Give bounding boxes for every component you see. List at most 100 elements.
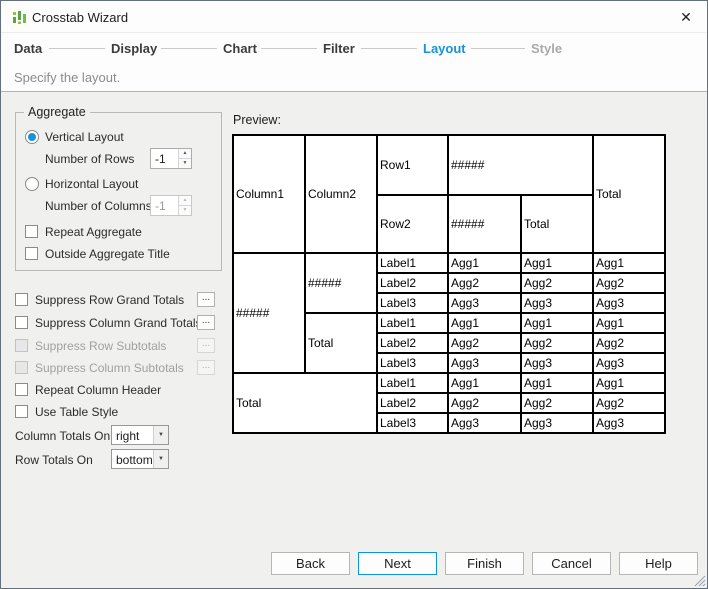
step-display[interactable]: Display xyxy=(111,41,157,56)
preview-cell-column1: Column1 xyxy=(232,134,306,254)
next-button[interactable]: Next xyxy=(358,552,437,575)
horizontal-layout-radio[interactable] xyxy=(25,177,39,191)
preview-cell-agg: Agg1 xyxy=(447,372,522,394)
preview-cell-agg: Agg3 xyxy=(520,292,594,314)
repeat-column-header-checkbox[interactable] xyxy=(15,383,28,396)
horizontal-layout-label: Horizontal Layout xyxy=(45,177,139,191)
row-totals-on-label: Row Totals On xyxy=(15,453,93,467)
preview-cell-label: Label3 xyxy=(376,352,449,374)
finish-button[interactable]: Finish xyxy=(445,552,524,575)
aggregate-legend: Aggregate xyxy=(24,105,90,119)
back-button[interactable]: Back xyxy=(271,552,350,575)
preview-cell-grand-total: Total xyxy=(592,134,666,254)
suppress-column-grand-totals-label: Suppress Column Grand Totals xyxy=(35,316,202,330)
help-button[interactable]: Help xyxy=(619,552,698,575)
column-totals-on-label: Column Totals On xyxy=(15,429,111,443)
suppress-column-subtotals-checkbox xyxy=(15,361,28,374)
column-totals-on-value: right xyxy=(116,429,140,443)
vertical-layout-radio[interactable] xyxy=(25,130,39,144)
cancel-button[interactable]: Cancel xyxy=(532,552,611,575)
page-subtitle: Specify the layout. xyxy=(14,70,121,85)
preview-cell-hash: ##### xyxy=(447,194,522,254)
preview-cell-label: Label2 xyxy=(376,272,449,294)
chevron-down-icon: ▼ xyxy=(153,450,168,468)
number-of-rows-value: -1 xyxy=(155,152,166,166)
preview-cell-agg: Agg2 xyxy=(592,392,666,414)
preview-cell-agg: Agg3 xyxy=(592,292,666,314)
preview-cell-agg: Agg1 xyxy=(447,252,522,274)
option-row: Use Table Style xyxy=(15,404,217,420)
number-of-columns-label: Number of Columns xyxy=(45,199,152,213)
option-row: Suppress Column Subtotals ... xyxy=(15,360,217,376)
preview-cell-label: Label1 xyxy=(376,252,449,274)
preview-crosstab-table: Column1 Column2 Row1 ##### Total Row2 ##… xyxy=(232,134,666,434)
preview-cell-agg: Agg2 xyxy=(447,272,522,294)
use-table-style-label: Use Table Style xyxy=(35,405,119,419)
preview-cell-agg: Agg1 xyxy=(447,312,522,334)
stepper-buttons: ▲ ▼ xyxy=(178,196,191,215)
number-of-columns-value: -1 xyxy=(155,199,166,213)
suppress-column-subtotals-more-button: ... xyxy=(197,360,215,375)
repeat-aggregate-checkbox[interactable] xyxy=(25,225,38,238)
step-style[interactable]: Style xyxy=(531,41,562,56)
preview-cell-agg: Agg2 xyxy=(592,332,666,354)
close-icon[interactable]: ✕ xyxy=(675,7,697,27)
preview-cell-agg: Agg2 xyxy=(592,272,666,294)
stepper-up-icon[interactable]: ▲ xyxy=(179,149,191,159)
step-connector xyxy=(261,48,317,49)
preview-cell-subgroup-total: Total xyxy=(304,312,378,374)
preview-cell-agg: Agg3 xyxy=(447,412,522,434)
outside-aggregate-title-checkbox[interactable] xyxy=(25,247,38,260)
crosstab-icon xyxy=(13,11,26,24)
preview-cell-agg: Agg2 xyxy=(520,272,594,294)
preview-cell-agg: Agg3 xyxy=(447,292,522,314)
preview-label: Preview: xyxy=(233,113,281,127)
option-row: Suppress Row Grand Totals ... xyxy=(15,292,217,308)
preview-cell-agg: Agg3 xyxy=(592,412,666,434)
option-row: Suppress Column Grand Totals ... xyxy=(15,315,217,331)
preview-cell-hash: ##### xyxy=(447,134,594,196)
resize-grip[interactable] xyxy=(690,571,706,587)
step-connector xyxy=(471,48,525,49)
preview-cell-subgroup: ##### xyxy=(304,252,378,314)
step-chart[interactable]: Chart xyxy=(223,41,257,56)
suppress-row-grand-totals-more-button[interactable]: ... xyxy=(197,292,215,307)
preview-cell-row-group: ##### xyxy=(232,252,306,374)
step-connector xyxy=(361,48,417,49)
outside-aggregate-title-label: Outside Aggregate Title xyxy=(45,247,170,261)
step-connector xyxy=(161,48,217,49)
preview-cell-label: Label2 xyxy=(376,332,449,354)
aggregate-groupbox: Aggregate Vertical Layout Number of Rows… xyxy=(15,105,222,271)
preview-cell-grand-total-row: Total xyxy=(232,372,378,434)
column-totals-on-select[interactable]: right ▼ xyxy=(111,425,169,445)
preview-cell-agg: Agg1 xyxy=(520,312,594,334)
repeat-column-header-label: Repeat Column Header xyxy=(35,383,162,397)
step-filter[interactable]: Filter xyxy=(323,41,355,56)
dialog-header: Crosstab Wizard ✕ Data Display Chart Fil… xyxy=(1,1,707,92)
suppress-column-grand-totals-checkbox[interactable] xyxy=(15,316,28,329)
step-data[interactable]: Data xyxy=(14,41,42,56)
suppress-row-subtotals-label: Suppress Row Subtotals xyxy=(35,339,167,353)
suppress-column-grand-totals-more-button[interactable]: ... xyxy=(197,315,215,330)
preview-cell-label: Label1 xyxy=(376,372,449,394)
preview-cell-row1: Row1 xyxy=(376,134,449,196)
preview-cell-column2: Column2 xyxy=(304,134,378,254)
row-totals-on-select[interactable]: bottom ▼ xyxy=(111,449,169,469)
use-table-style-checkbox[interactable] xyxy=(15,405,28,418)
preview-cell-agg: Agg2 xyxy=(447,332,522,354)
suppress-row-grand-totals-checkbox[interactable] xyxy=(15,293,28,306)
suppress-row-subtotals-more-button: ... xyxy=(197,338,215,353)
stepper-down-icon[interactable]: ▼ xyxy=(179,158,191,168)
preview-cell-agg: Agg2 xyxy=(447,392,522,414)
preview-cell-total: Total xyxy=(520,194,594,254)
number-of-rows-stepper[interactable]: -1 ▲ ▼ xyxy=(150,148,192,169)
preview-cell-agg: Agg3 xyxy=(520,412,594,434)
preview-cell-agg: Agg1 xyxy=(592,312,666,334)
option-row: Suppress Row Subtotals ... xyxy=(15,338,217,354)
step-layout[interactable]: Layout xyxy=(423,41,466,56)
vertical-layout-label: Vertical Layout xyxy=(45,130,124,144)
preview-cell-agg: Agg1 xyxy=(592,372,666,394)
preview-cell-label: Label1 xyxy=(376,312,449,334)
repeat-aggregate-label: Repeat Aggregate xyxy=(45,225,142,239)
preview-cell-agg: Agg3 xyxy=(520,352,594,374)
